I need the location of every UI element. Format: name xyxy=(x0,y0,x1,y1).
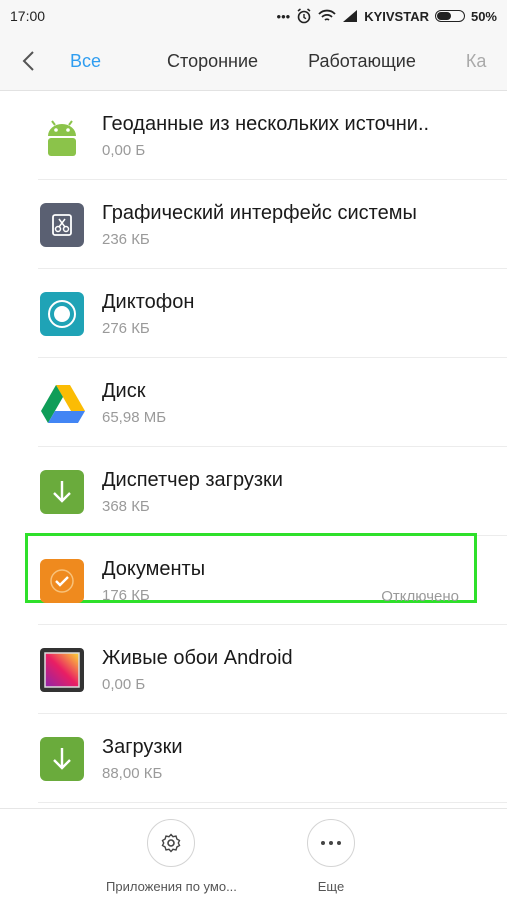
app-name: Загрузки xyxy=(102,735,183,758)
app-list: Геоданные из нескольких источни.. 0,00 Б… xyxy=(0,91,507,803)
battery-level xyxy=(436,12,451,20)
tab-all[interactable]: Все xyxy=(70,51,101,72)
downloads-icon xyxy=(40,736,84,781)
bottom-bar: Приложения по умо... Еще xyxy=(0,808,507,902)
gear-icon xyxy=(162,833,181,853)
wifi-icon xyxy=(318,9,336,21)
chevron-left-icon xyxy=(22,51,34,71)
app-status: Отключено xyxy=(381,588,459,605)
battery-icon xyxy=(434,10,465,22)
list-item[interactable]: Диспетчер загрузки 368 КБ xyxy=(0,447,507,536)
default-apps-button[interactable]: Приложения по умо... xyxy=(106,819,237,894)
carrier-name: KYIVSTAR xyxy=(364,8,429,24)
status-bar: 17:00 ••• KYIVSTAR 50% xyxy=(0,0,507,32)
status-icons: ••• KYIVSTAR 50% xyxy=(277,8,497,24)
app-name: Живые обои Android xyxy=(102,646,293,669)
documents-icon xyxy=(40,558,84,603)
download-manager-icon xyxy=(40,469,84,514)
default-apps-circle[interactable] xyxy=(147,819,196,867)
more-circle[interactable] xyxy=(307,819,355,867)
app-size: 88,00 КБ xyxy=(102,764,163,782)
status-time: 17:00 xyxy=(10,8,46,24)
list-item[interactable]: Загрузки 88,00 КБ xyxy=(0,714,507,803)
list-item[interactable]: Живые обои Android 0,00 Б xyxy=(0,625,507,714)
app-name: Геоданные из нескольких источни.. xyxy=(102,112,430,135)
list-item[interactable]: Графический интерфейс системы 236 КБ xyxy=(0,180,507,269)
app-size: 236 КБ xyxy=(102,230,150,248)
app-name: Диск xyxy=(102,379,146,402)
app-name: Диспетчер загрузки xyxy=(102,468,283,491)
signal-icon xyxy=(343,10,358,22)
app-name: Диктофон xyxy=(102,290,195,313)
app-size: 276 КБ xyxy=(102,319,150,337)
more-label: Еще xyxy=(317,879,345,894)
app-size: 0,00 Б xyxy=(102,141,146,159)
tab-running[interactable]: Работающие xyxy=(308,51,416,72)
battery-percent: 50% xyxy=(470,8,497,24)
drive-icon xyxy=(40,381,85,425)
more-button[interactable]: Еще xyxy=(307,819,355,894)
alarm-icon xyxy=(297,8,311,24)
list-item[interactable]: Документы 176 КБ Отключено xyxy=(0,533,507,625)
android-icon xyxy=(40,114,84,158)
tab-bar: Все Сторонние Работающие Ка xyxy=(0,32,507,91)
live-wallpaper-icon xyxy=(40,647,84,692)
dnd-icon: ••• xyxy=(276,8,291,24)
default-apps-label: Приложения по умо... xyxy=(106,879,237,894)
list-item[interactable]: Диктофон 276 КБ xyxy=(0,269,507,358)
app-size: 65,98 МБ xyxy=(102,408,167,426)
app-size: 368 КБ xyxy=(102,497,150,515)
tab-third-party[interactable]: Сторонние xyxy=(167,51,258,72)
back-button[interactable] xyxy=(0,32,56,90)
list-item[interactable]: Геоданные из нескольких источни.. 0,00 Б xyxy=(0,91,507,180)
list-item[interactable]: Диск 65,98 МБ xyxy=(0,358,507,447)
system-ui-icon xyxy=(40,202,84,247)
recorder-icon xyxy=(40,291,84,336)
tab-cards[interactable]: Ка xyxy=(466,51,487,72)
more-dots-icon xyxy=(321,841,341,845)
app-name: Графический интерфейс системы xyxy=(102,201,417,224)
app-size: 0,00 Б xyxy=(102,675,146,693)
